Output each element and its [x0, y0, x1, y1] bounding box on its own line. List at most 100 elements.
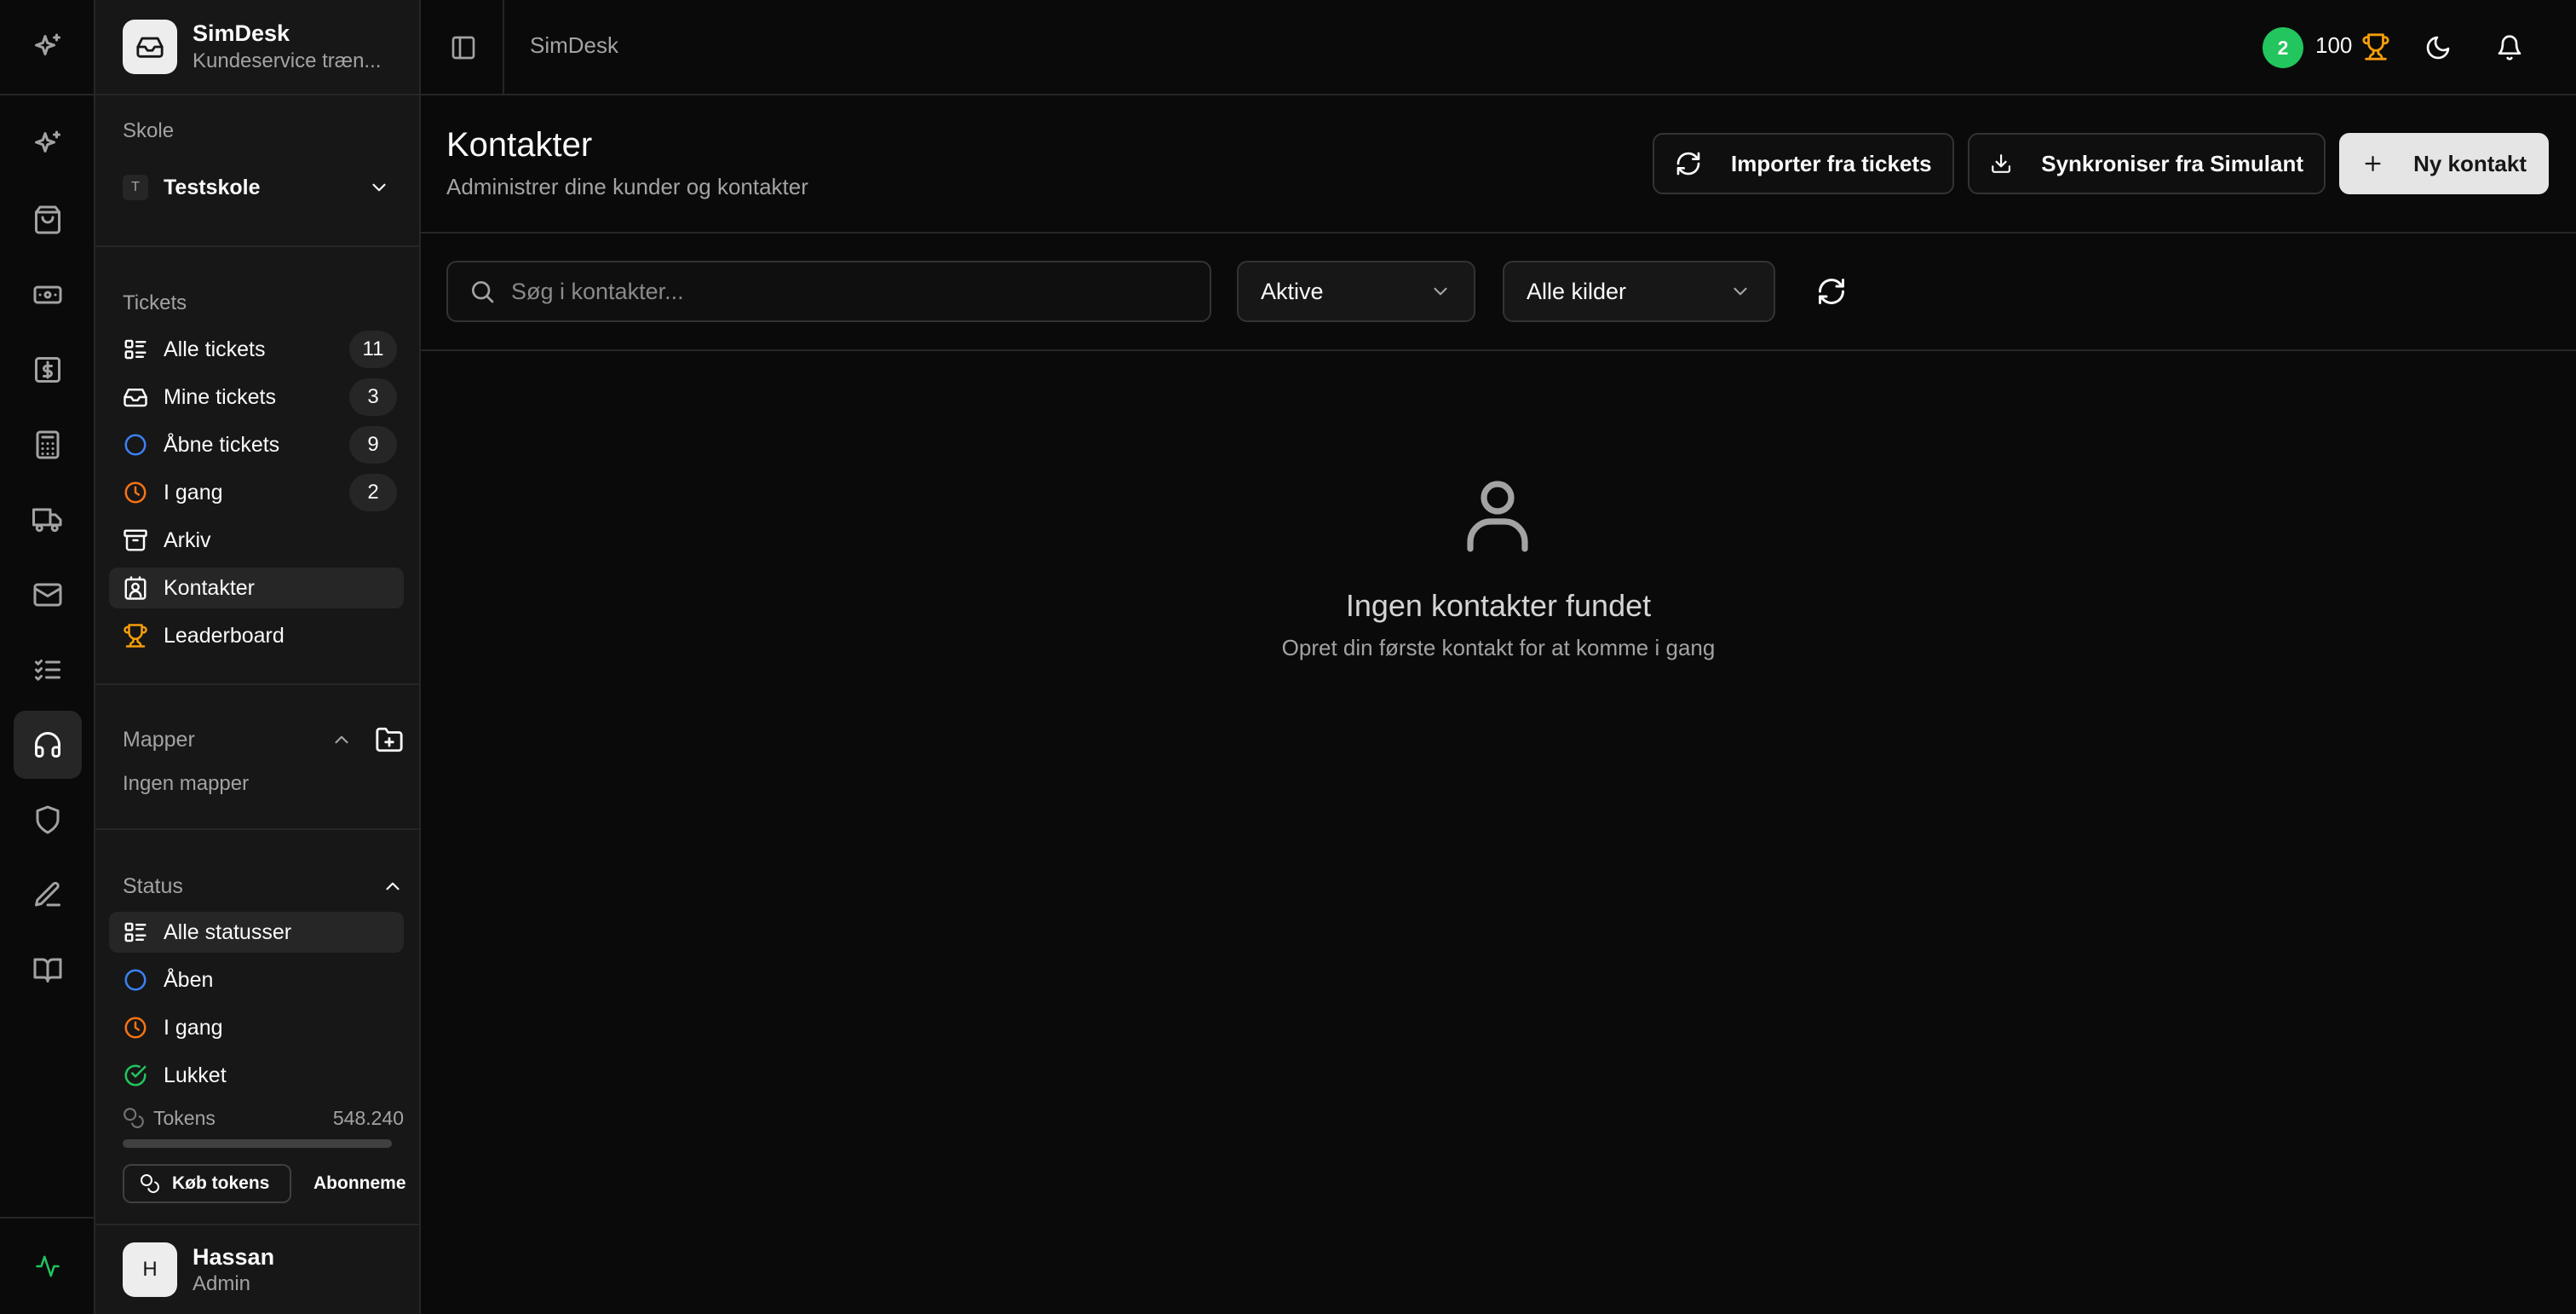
sidebar-divider [95, 245, 419, 247]
page-title: Kontakter [446, 126, 593, 164]
contact-icon [124, 576, 147, 600]
new-contact-button[interactable]: Ny kontakt [2339, 133, 2549, 194]
notifications-button[interactable] [2493, 31, 2527, 65]
count-badge: 3 [349, 378, 397, 416]
chevron-down-icon [372, 183, 386, 192]
subscription-button[interactable]: Abonneme [313, 1164, 421, 1203]
user-role: Admin [193, 1272, 251, 1295]
inbox-icon [124, 389, 147, 407]
nav-item-open-tickets[interactable]: Åbne tickets 9 [109, 424, 404, 465]
coins-icon [124, 1108, 144, 1128]
breadcrumb[interactable]: SimDesk [530, 32, 618, 59]
refresh-button[interactable] [1814, 274, 1849, 308]
status-item-all[interactable]: Alle statusser [109, 912, 404, 953]
toggle-sidebar-button[interactable] [446, 31, 480, 65]
topbar: SimDesk 2 100 [421, 0, 2576, 95]
tokens-value: 548.240 [332, 1106, 404, 1129]
import-label: Importer fra tickets [1731, 150, 1932, 176]
list-icon [124, 922, 147, 942]
page-subtitle: Administrer dine kunder og kontakter [446, 174, 808, 199]
user-menu[interactable]: H Hassan Admin [123, 1242, 274, 1297]
rail-divider [0, 94, 95, 95]
points-value: 100 [2315, 32, 2353, 58]
nav-item-leaderboard[interactable]: Leaderboard [109, 615, 404, 656]
headset-icon[interactable] [14, 711, 82, 779]
tickets-section-label: Tickets [123, 291, 187, 314]
app-name: SimDesk [193, 20, 290, 46]
icon-rail [0, 0, 95, 1314]
folder-plus-icon[interactable] [375, 725, 404, 754]
tokens-label: Tokens [153, 1106, 216, 1129]
status-filter-select[interactable]: Aktive [1237, 261, 1475, 322]
sync-from-simulant-button[interactable]: Synkroniser fra Simulant [1968, 133, 2326, 194]
user-icon [1467, 481, 1528, 552]
status-header: Status [123, 869, 404, 903]
checklist-icon[interactable] [14, 636, 82, 704]
status-item-closed[interactable]: Lukket [109, 1055, 404, 1096]
sidebar: SimDesk Kundeservice træn... Skole T Tes… [95, 0, 421, 1314]
nav-item-all-tickets[interactable]: Alle tickets 11 [109, 329, 404, 370]
sidebar-divider [95, 683, 419, 685]
search-icon [472, 281, 494, 303]
calculator-icon[interactable] [14, 411, 82, 479]
download-icon [1992, 154, 2011, 173]
nav-item-label: Kontakter [164, 575, 256, 600]
buy-tokens-button[interactable]: Køb tokens [123, 1164, 291, 1203]
plus-icon [2365, 155, 2381, 172]
status-item-in-progress[interactable]: I gang [109, 1007, 404, 1048]
truck-icon[interactable] [14, 486, 82, 554]
circle-icon [124, 434, 147, 456]
rail-divider [0, 1217, 95, 1219]
pen-icon[interactable] [14, 861, 82, 929]
sync-label: Synkroniser fra Simulant [2041, 150, 2303, 176]
school-select[interactable]: T Testskole [109, 162, 404, 213]
level-badge: 2 [2263, 27, 2303, 68]
nav-item-label: I gang [164, 480, 223, 504]
sidebar-divider [95, 1224, 419, 1225]
nav-item-archive[interactable]: Arkiv [109, 520, 404, 561]
avatar: H [123, 1242, 177, 1297]
theme-toggle-button[interactable] [2421, 31, 2455, 65]
count-badge: 2 [349, 474, 397, 511]
refresh-icon [1676, 152, 1700, 176]
filter-divider [421, 349, 2576, 351]
status-item-label: Åben [164, 967, 214, 992]
dollar-icon[interactable] [14, 336, 82, 404]
moon-icon [2426, 36, 2450, 60]
shield-icon[interactable] [14, 786, 82, 854]
bell-icon [2498, 35, 2521, 61]
import-from-tickets-button[interactable]: Importer fra tickets [1653, 133, 1954, 194]
brand[interactable]: SimDesk Kundeservice træn... [123, 17, 394, 77]
status-filter-value: Aktive [1261, 278, 1324, 304]
search-box[interactable] [446, 261, 1211, 322]
empty-state-title: Ingen kontakter fundet [1345, 588, 1652, 623]
shopping-bag-icon[interactable] [14, 186, 82, 254]
mail-icon[interactable] [14, 561, 82, 629]
nav-item-in-progress[interactable]: I gang 2 [109, 472, 404, 513]
sidebar-divider [95, 94, 419, 95]
nav-item-my-tickets[interactable]: Mine tickets 3 [109, 377, 404, 418]
nav-item-label: Mine tickets [164, 384, 276, 409]
search-input[interactable] [511, 266, 1189, 317]
sparkles-icon[interactable] [14, 111, 82, 179]
chevron-up-icon[interactable] [382, 875, 404, 897]
count-badge: 9 [349, 426, 397, 464]
empty-state-subtitle: Opret din første kontakt for at komme i … [1281, 635, 1716, 660]
source-filter-select[interactable]: Alle kilder [1503, 261, 1775, 322]
book-icon[interactable] [14, 936, 82, 1004]
school-name: Testskole [164, 175, 261, 199]
trophy-icon [2362, 33, 2389, 61]
school-badge: T [123, 175, 148, 200]
nav-item-label: Arkiv [164, 527, 211, 552]
check-circle-icon [124, 1064, 147, 1086]
header-divider [421, 232, 2576, 233]
activity-icon[interactable] [14, 1232, 82, 1300]
sparkles-logo-icon[interactable] [14, 14, 82, 82]
sidebar-divider [95, 828, 419, 830]
nav-item-contacts[interactable]: Kontakter [109, 568, 404, 608]
ticket-icon[interactable] [14, 261, 82, 329]
folders-label: Mapper [123, 727, 195, 752]
chevron-up-icon[interactable] [331, 729, 353, 751]
status-item-open[interactable]: Åben [109, 960, 404, 1000]
tokens-row: Tokens 548.240 [123, 1103, 404, 1133]
